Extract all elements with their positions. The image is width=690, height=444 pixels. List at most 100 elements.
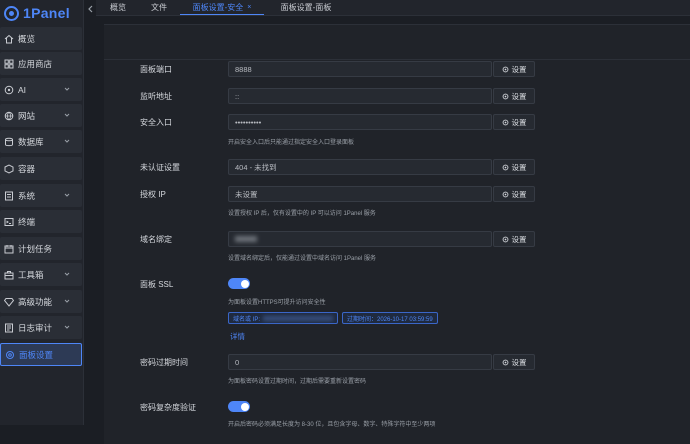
globe-icon <box>4 111 14 121</box>
sidebar-item-label: 高级功能 <box>18 296 53 307</box>
domain-binding-help: 设置域名绑定后，仅能通过设置中域名访问 1Panel 服务 <box>228 256 377 262</box>
sidebar-item-website[interactable]: 网站 <box>0 104 82 127</box>
sidebar-item-container[interactable]: 容器 <box>0 157 82 180</box>
sidebar-item-database[interactable]: 数据库 <box>0 130 82 153</box>
security-entrance-settings-button[interactable]: 设置 <box>493 114 535 130</box>
gear-icon <box>502 164 508 170</box>
chevron-down-icon <box>64 299 70 303</box>
security-entrance-label: 安全入口 <box>140 118 172 127</box>
password-complexity-label: 密码复杂度验证 <box>140 403 196 412</box>
sidebar-item-terminal[interactable]: 终端 <box>0 210 82 233</box>
auth-ip-help: 设置授权 IP 后，仅有设置中的 IP 可以访问 1Panel 服务 <box>228 211 376 217</box>
tab-files[interactable]: 文件 <box>146 0 172 15</box>
main-content: 面板端口 8888 设置 监听地址 :: 设置 安全入口 •••••••••• … <box>96 16 690 444</box>
diamond-icon <box>4 297 14 307</box>
tab-label: 概览 <box>110 3 126 12</box>
password-expire-field[interactable]: 0 <box>228 354 492 370</box>
toolbox-icon <box>4 270 14 280</box>
password-complexity-help: 开启后密码必须满足长度为 8-30 位，且包含字母、数字、特殊字符中至少两项 <box>228 422 436 428</box>
gear-icon <box>502 119 508 125</box>
gear-icon <box>502 236 508 242</box>
sidebar-item-system[interactable]: 系统 <box>0 184 82 207</box>
listen-address-label: 监听地址 <box>140 92 172 101</box>
button-label: 设置 <box>511 91 527 101</box>
sidebar-item-cron[interactable]: 计划任务 <box>0 237 82 260</box>
database-icon <box>4 137 14 147</box>
domain-binding-settings-button[interactable]: 设置 <box>493 231 535 247</box>
auth-ip-field[interactable]: 未设置 <box>228 186 492 202</box>
panel-port-field[interactable]: 8888 <box>228 61 492 77</box>
sidebar-item-label: 工具箱 <box>18 269 44 280</box>
sidebar-item-panel-settings[interactable]: 面板设置 <box>0 343 82 366</box>
panel-port-settings-button[interactable]: 设置 <box>493 61 535 77</box>
gear-icon <box>502 66 508 72</box>
sidebar-item-label: 日志审计 <box>18 322 53 333</box>
sidebar-item-label: 网站 <box>18 110 36 121</box>
sidebar-item-label: 概览 <box>18 33 36 44</box>
button-label: 设置 <box>511 64 527 74</box>
chevron-down-icon <box>64 139 70 143</box>
tab-bar: 概览 文件 面板设置-安全 × 面板设置-面板 <box>96 0 690 16</box>
sidebar-item-log-audit[interactable]: 日志审计 <box>0 316 82 339</box>
close-icon[interactable]: × <box>247 4 251 11</box>
unauth-setting-label: 未认证设置 <box>140 163 180 172</box>
unauth-setting-field[interactable]: 404 - 未找到 <box>228 159 492 175</box>
divider <box>104 59 690 60</box>
sidebar: 1Panel 概览 应用商店 AI 网站 数据库 容器 系统 终端 计划任务 工… <box>0 0 84 425</box>
password-expire-label: 密码过期时间 <box>140 358 188 367</box>
ai-icon <box>4 85 14 95</box>
unauth-settings-button[interactable]: 设置 <box>493 159 535 175</box>
logo-icon <box>4 5 19 21</box>
collapse-sidebar-icon[interactable] <box>86 4 96 14</box>
domain-binding-field[interactable] <box>228 231 492 247</box>
password-expire-help: 为面板密码设置过期时间，过期后需要重新设置密码 <box>228 379 367 385</box>
panel-ssl-toggle[interactable] <box>228 278 250 289</box>
redacted-value <box>235 236 257 242</box>
panel-ssl-help: 为面板设置HTTPS可提升访问安全性 <box>228 300 326 306</box>
tab-label: 面板设置-面板 <box>280 3 332 12</box>
tab-overview[interactable]: 概览 <box>106 0 130 15</box>
terminal-icon <box>4 217 14 227</box>
auth-ip-settings-button[interactable]: 设置 <box>493 186 535 202</box>
tab-panel-panel[interactable]: 面板设置-面板 <box>272 0 340 15</box>
sidebar-item-ai[interactable]: AI <box>0 78 82 101</box>
gear-icon <box>502 359 508 365</box>
sidebar-item-overview[interactable]: 概览 <box>0 27 82 50</box>
chevron-down-icon <box>64 272 70 276</box>
tab-label: 面板设置-安全 <box>192 2 244 12</box>
security-entrance-field[interactable]: •••••••••• <box>228 114 492 130</box>
sidebar-item-label: 数据库 <box>18 136 44 147</box>
gear-icon <box>502 93 508 99</box>
security-entrance-help: 开启安全入口后只能通过指定安全入口登录面板 <box>228 140 355 146</box>
chevron-down-icon <box>64 87 70 91</box>
sidebar-item-toolbox[interactable]: 工具箱 <box>0 263 82 286</box>
sidebar-item-app-store[interactable]: 应用商店 <box>0 52 82 75</box>
sidebar-item-label: 终端 <box>18 216 36 227</box>
settings-icon <box>5 350 15 360</box>
ssl-detail-link[interactable]: 详情 <box>230 331 245 342</box>
sidebar-item-label: 系统 <box>18 190 36 201</box>
button-label: 设置 <box>511 189 527 199</box>
sidebar-item-label: AI <box>18 84 27 95</box>
password-expire-settings-button[interactable]: 设置 <box>493 354 535 370</box>
redacted-value <box>263 315 333 321</box>
sidebar-item-label: 容器 <box>18 163 36 174</box>
ssl-domain-tag-label: 域名或 IP: <box>233 316 261 323</box>
panel-port-label: 面板端口 <box>140 65 172 74</box>
home-icon <box>4 34 14 44</box>
ssl-expire-tag: 过期时间：2026-10-17 03:59:59 <box>342 312 438 324</box>
container-icon <box>4 163 14 174</box>
sidebar-item-advanced[interactable]: 高级功能 <box>0 290 82 313</box>
listen-address-settings-button[interactable]: 设置 <box>493 88 535 104</box>
button-label: 设置 <box>511 162 527 172</box>
chevron-down-icon <box>64 193 70 197</box>
sidebar-item-label: 面板设置 <box>19 349 54 360</box>
sidebar-item-label: 应用商店 <box>18 58 53 69</box>
panel-ssl-label: 面板 SSL <box>140 280 174 289</box>
app-logo[interactable]: 1Panel <box>0 0 83 26</box>
tab-panel-security[interactable]: 面板设置-安全 × <box>180 0 264 15</box>
system-icon <box>4 191 14 201</box>
password-complexity-toggle[interactable] <box>228 401 250 412</box>
store-icon <box>4 59 14 69</box>
listen-address-field[interactable]: :: <box>228 88 492 104</box>
